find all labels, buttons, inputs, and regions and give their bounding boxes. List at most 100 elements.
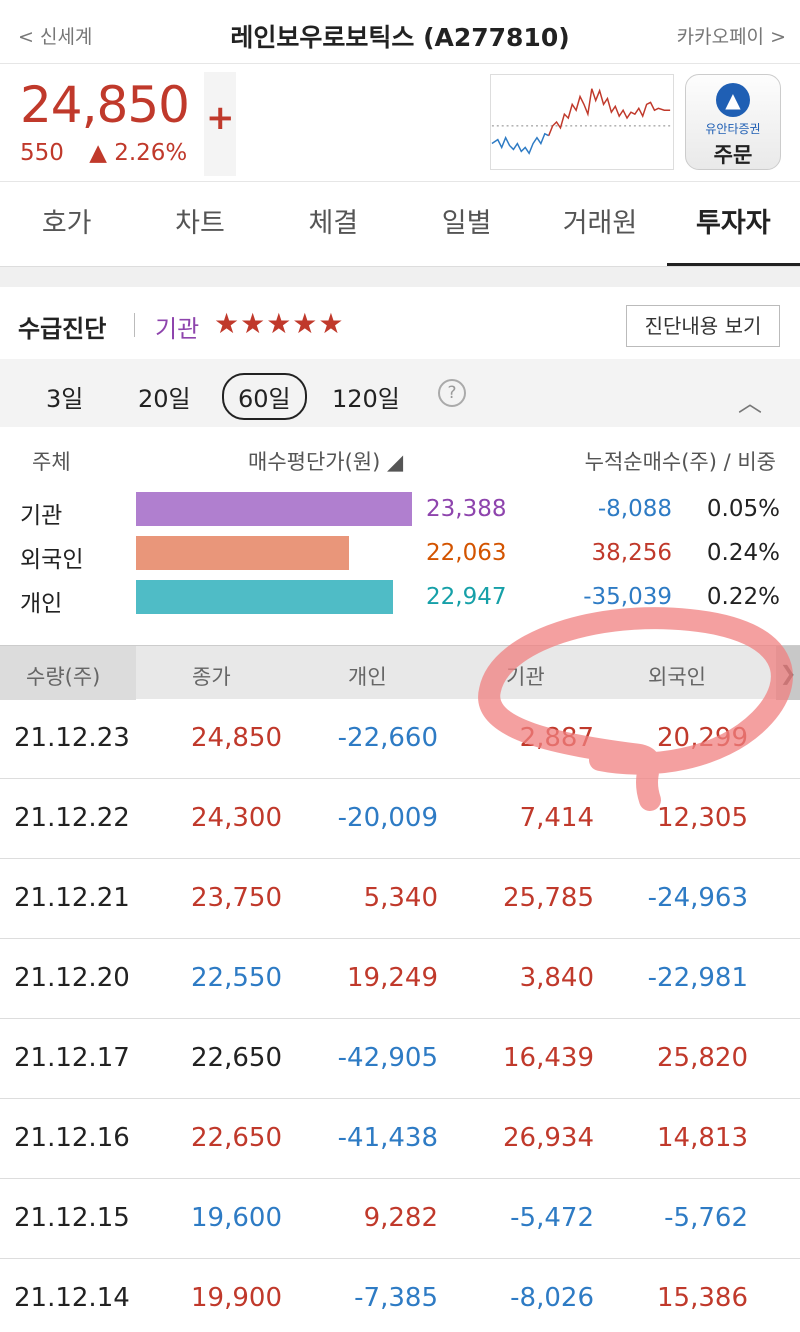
intraday-mini-chart[interactable]	[490, 74, 674, 170]
daily-table-header: 수량(주) 종가 개인 기관 외국인 ❯	[0, 645, 800, 700]
change-amount: 550	[20, 140, 64, 166]
tab-brokers[interactable]: 거래원	[533, 183, 666, 266]
next-stock-link[interactable]: 카카오페이 >	[677, 22, 786, 49]
add-watchlist-button[interactable]: +	[204, 72, 236, 176]
diagnosis-investor: 기관	[155, 315, 200, 343]
row-date: 21.12.21	[14, 883, 130, 913]
table-row: 21.12.15 19,600 9,282 -5,472 -5,762	[0, 1179, 800, 1259]
row-close: 22,650	[191, 1123, 282, 1153]
row-foreign: 15,386	[657, 1283, 748, 1313]
net-buy: -35,039	[583, 584, 672, 610]
tab-trades[interactable]: 체결	[267, 183, 400, 266]
col-avg-price[interactable]: 매수평단가(원) ◢	[248, 446, 403, 476]
row-close: 24,300	[191, 803, 282, 833]
period-3d[interactable]: 3일	[46, 379, 83, 414]
row-individual: -41,438	[337, 1123, 438, 1153]
avg-price-bar	[136, 580, 393, 614]
period-20d[interactable]: 20일	[138, 379, 191, 414]
net-buy: -8,088	[597, 496, 672, 522]
scroll-right-chevron-icon[interactable]: ❯	[776, 646, 800, 700]
row-foreign: -5,762	[664, 1203, 748, 1233]
row-individual: -22,660	[337, 723, 438, 753]
top-bar: < 신세계 레인보우로보틱스 (A277810) 카카오페이 >	[0, 0, 800, 64]
row-date: 21.12.16	[14, 1123, 130, 1153]
table-row: 21.12.21 23,750 5,340 25,785 -24,963	[0, 859, 800, 939]
col-quantity[interactable]: 수량(주)	[26, 661, 100, 691]
row-close: 19,900	[191, 1283, 282, 1313]
table-row: 21.12.22 24,300 -20,009 7,414 12,305	[0, 779, 800, 859]
col-subject: 주체	[32, 450, 71, 474]
investor-name: 외국인	[20, 547, 84, 573]
avg-price-bar	[136, 536, 349, 570]
diagnosis-label: 수급진단	[18, 315, 107, 343]
row-individual: -20,009	[337, 803, 438, 833]
row-close: 23,750	[191, 883, 282, 913]
row-individual: 5,340	[363, 883, 438, 913]
row-close: 19,600	[191, 1203, 282, 1233]
row-date: 21.12.22	[14, 803, 130, 833]
row-individual: -7,385	[354, 1283, 438, 1313]
investor-summary-header: 주체 매수평단가(원) ◢ 누적순매수(주) / 비중	[0, 440, 800, 480]
divider	[134, 313, 135, 337]
col-institution: 기관	[506, 665, 545, 689]
col-net-buy: 누적순매수(주) / 비중	[584, 450, 776, 474]
net-buy: 38,256	[591, 540, 672, 566]
plus-icon: +	[206, 98, 235, 138]
row-institution: 26,934	[503, 1123, 594, 1153]
weight-pct: 0.22%	[706, 584, 780, 610]
col-foreign: 외국인	[648, 665, 706, 689]
row-institution: 3,840	[519, 963, 594, 993]
row-close: 24,850	[191, 723, 282, 753]
row-institution: -8,026	[510, 1283, 594, 1313]
row-foreign: 25,820	[657, 1043, 748, 1073]
avg-price: 23,388	[426, 496, 507, 522]
weight-pct: 0.24%	[706, 540, 780, 566]
row-individual: 19,249	[347, 963, 438, 993]
avg-price: 22,063	[426, 540, 507, 566]
row-close: 22,550	[191, 963, 282, 993]
row-foreign: 20,299	[657, 723, 748, 753]
row-institution: 2,887	[519, 723, 594, 753]
row-foreign: 12,305	[657, 803, 748, 833]
period-60d[interactable]: 60일	[222, 373, 307, 420]
help-icon[interactable]: ?	[438, 379, 466, 407]
investor-name: 개인	[20, 591, 63, 617]
row-institution: 16,439	[503, 1043, 594, 1073]
row-institution: -5,472	[510, 1203, 594, 1233]
weight-pct: 0.05%	[706, 496, 780, 522]
tab-chart[interactable]: 차트	[133, 183, 266, 266]
row-date: 21.12.17	[14, 1043, 130, 1073]
investor-row-individual: 개인 22,947 -35,039 0.22%	[0, 578, 800, 622]
avg-price: 22,947	[426, 584, 507, 610]
table-row: 21.12.17 22,650 -42,905 16,439 25,820	[0, 1019, 800, 1099]
row-foreign: 14,813	[657, 1123, 748, 1153]
col-individual: 개인	[348, 665, 387, 689]
avg-price-bar	[136, 492, 412, 526]
change-percent: ▲ 2.26%	[89, 140, 188, 166]
view-diagnosis-button[interactable]: 진단내용 보기	[626, 305, 780, 347]
row-institution: 25,785	[503, 883, 594, 913]
tab-investors[interactable]: 투자자	[666, 183, 800, 266]
price-panel: 24,850 550 ▲ 2.26% + ▲ 유안타증권 주문	[0, 64, 800, 182]
table-row: 21.12.20 22,550 19,249 3,840 -22,981	[0, 939, 800, 1019]
period-120d[interactable]: 120일	[332, 379, 400, 414]
star-rating: ★★★★★	[214, 307, 345, 340]
table-row: 21.12.16 22,650 -41,438 26,934 14,813	[0, 1099, 800, 1179]
tab-orderbook[interactable]: 호가	[0, 183, 133, 266]
row-foreign: -22,981	[647, 963, 748, 993]
supply-diagnosis: 수급진단 기관 ★★★★★ 진단내용 보기	[0, 287, 800, 359]
row-foreign: -24,963	[647, 883, 748, 913]
row-date: 21.12.14	[14, 1283, 130, 1313]
col-close: 종가	[192, 665, 231, 689]
row-institution: 7,414	[519, 803, 594, 833]
broker-logo-icon: ▲	[716, 83, 750, 117]
section-divider	[0, 267, 800, 287]
collapse-chevron-up-icon[interactable]: ︿	[738, 383, 762, 418]
price-change: 550 ▲ 2.26%	[20, 140, 187, 166]
row-individual: 9,282	[363, 1203, 438, 1233]
tab-daily[interactable]: 일별	[400, 183, 533, 266]
table-row: 21.12.14 19,900 -7,385 -8,026 15,386	[0, 1259, 800, 1332]
order-button[interactable]: ▲ 유안타증권 주문	[685, 74, 781, 170]
investor-row-institution: 기관 23,388 -8,088 0.05%	[0, 490, 800, 534]
period-selector: 3일 20일 60일 120일 ? ︿	[0, 359, 800, 427]
